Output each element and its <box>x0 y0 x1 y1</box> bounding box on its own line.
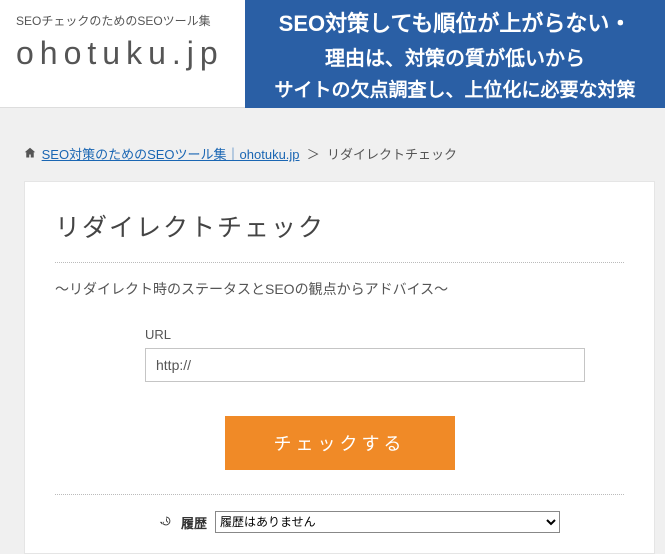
main-card: リダイレクトチェック ～リダイレクト時のステータスとSEOの観点からアドバイス～… <box>24 181 655 554</box>
history-icon <box>159 514 173 531</box>
page-subtitle: ～リダイレクト時のステータスとSEOの観点からアドバイス～ <box>55 279 624 299</box>
history-label: 履歴 <box>181 513 207 532</box>
breadcrumb-separator: ＞ <box>307 147 320 162</box>
url-form: URL チェックする <box>55 327 624 470</box>
divider <box>55 494 624 495</box>
home-icon <box>24 147 36 162</box>
banner-line-1: SEO対策しても順位が上がらない・ <box>253 6 657 38</box>
banner-line-3: サイトの欠点調査し、上位化に必要な対策 <box>253 75 657 102</box>
breadcrumb-home-link[interactable]: SEO対策のためのSEOツール集｜ohotuku.jp <box>42 147 300 162</box>
site-header: SEOチェックのためのSEOツール集 ohotuku.jp SEO対策しても順位… <box>0 0 665 108</box>
history-row: 履歴 履歴はありません <box>55 511 624 533</box>
check-button[interactable]: チェックする <box>225 416 455 470</box>
url-input[interactable] <box>145 348 585 382</box>
promo-banner[interactable]: SEO対策しても順位が上がらない・ 理由は、対策の質が低いから サイトの欠点調査… <box>245 0 665 108</box>
banner-line-2: 理由は、対策の質が低いから <box>253 42 657 71</box>
url-field-label: URL <box>145 327 624 342</box>
breadcrumb: SEO対策のためのSEOツール集｜ohotuku.jp ＞ リダイレクトチェック <box>24 144 655 163</box>
page-title: リダイレクトチェック <box>55 208 624 263</box>
breadcrumb-current: リダイレクトチェック <box>327 147 457 162</box>
history-select[interactable]: 履歴はありません <box>215 511 560 533</box>
page-body: SEO対策のためのSEOツール集｜ohotuku.jp ＞ リダイレクトチェック… <box>0 108 665 554</box>
